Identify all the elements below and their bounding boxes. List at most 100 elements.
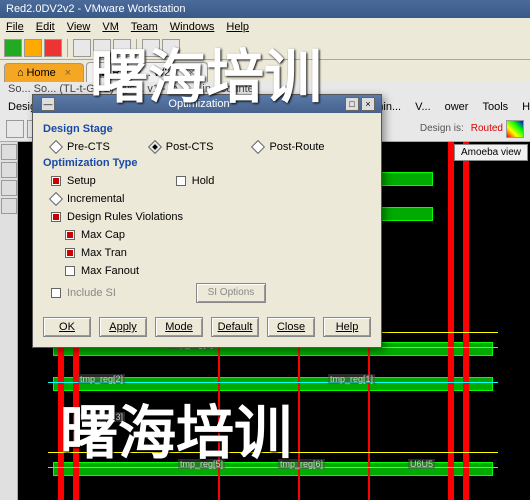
checkbox-icon <box>65 248 75 258</box>
design-status-value: Routed <box>471 123 503 134</box>
dialog-titlebar[interactable]: — Optimization □ × <box>33 95 381 113</box>
vm-icon: ▣ <box>99 67 109 79</box>
default-button[interactable]: Default <box>211 317 259 337</box>
menu-edit[interactable]: Edit <box>36 21 55 33</box>
menu-vm[interactable]: VM <box>102 21 119 33</box>
revert-icon[interactable] <box>93 39 111 57</box>
close-icon[interactable]: × <box>188 67 194 79</box>
palette-icon[interactable] <box>506 120 524 138</box>
check-drv[interactable]: Design Rules Violations <box>51 211 371 223</box>
apply-button[interactable]: Apply <box>99 317 147 337</box>
manage-icon[interactable] <box>113 39 131 57</box>
radio-pre-cts[interactable]: Pre-CTS <box>51 141 110 153</box>
vmware-tabbar: ⌂ Home × ▣ R...42... W2... × <box>0 60 530 82</box>
check-maxtran[interactable]: Max Tran <box>65 247 371 259</box>
cell-label: U6U5 <box>408 459 435 469</box>
optimization-dialog: — Optimization □ × Design Stage Pre-CTS … <box>32 94 382 348</box>
app-menu-tools[interactable]: Tools <box>482 101 508 113</box>
design-stage-label: Design Stage <box>43 123 371 135</box>
radio-incremental[interactable]: Incremental <box>51 193 371 205</box>
check-maxfanout[interactable]: Max Fanout <box>65 265 371 277</box>
rect-tool-icon[interactable] <box>1 198 17 214</box>
tab-vm[interactable]: ▣ R...42... W2... × <box>86 62 208 82</box>
diamond-icon <box>148 140 162 154</box>
check-setup[interactable]: Setup <box>51 175 96 187</box>
power-on-icon[interactable] <box>4 39 22 57</box>
dialog-menu-icon[interactable]: — <box>41 97 55 111</box>
app-menu-help[interactable]: Help <box>522 101 530 113</box>
route <box>48 452 498 453</box>
fullscreen-icon[interactable] <box>142 39 160 57</box>
design-status-label: Design is: <box>420 123 464 134</box>
stage-radio-group: Pre-CTS Post-CTS Post-Route <box>51 141 371 153</box>
cell-label: tmp_reg[3] <box>78 412 125 422</box>
unity-icon[interactable] <box>162 39 180 57</box>
menu-file[interactable]: File <box>6 21 24 33</box>
vmware-titlebar: Red2.0DV2v2 - VMware Workstation <box>0 0 530 18</box>
check-label: Include SI <box>67 287 116 299</box>
app-menu-v[interactable]: V... <box>415 101 431 113</box>
checkbox-icon <box>51 288 61 298</box>
mode-button[interactable]: Mode <box>155 317 203 337</box>
vmware-toolbar <box>0 36 530 60</box>
diamond-icon <box>251 140 265 154</box>
power-off-icon[interactable] <box>44 39 62 57</box>
separator <box>67 39 68 57</box>
checkbox-icon <box>65 230 75 240</box>
close-button[interactable]: Close <box>267 317 315 337</box>
optimization-type-label: Optimization Type <box>43 157 371 169</box>
radio-label: Pre-CTS <box>67 141 110 153</box>
checkbox-icon <box>51 212 61 222</box>
diamond-icon <box>49 192 63 206</box>
tab-vm-label: R...42... W2... <box>112 67 179 79</box>
check-label: Max Tran <box>81 247 127 259</box>
cell-label: tmp_reg[1] <box>328 374 375 384</box>
close-icon[interactable]: × <box>65 67 71 79</box>
menu-view[interactable]: View <box>67 21 91 33</box>
check-hold[interactable]: Hold <box>176 175 215 187</box>
radio-post-route[interactable]: Post-Route <box>253 141 324 153</box>
si-options-button: SI Options <box>196 283 266 303</box>
snapshot-icon[interactable] <box>73 39 91 57</box>
left-toolbar <box>0 142 18 500</box>
open-icon[interactable] <box>6 120 24 138</box>
radio-label: Post-Route <box>269 141 324 153</box>
checkbox-icon <box>176 176 186 186</box>
check-label: Design Rules Violations <box>67 211 183 223</box>
ok-button[interactable]: OK <box>43 317 91 337</box>
close-icon[interactable]: × <box>361 97 375 111</box>
tab-home-label: Home <box>26 67 55 79</box>
check-include-si: Include SI <box>51 283 116 303</box>
checkbox-icon <box>51 176 61 186</box>
check-label: Max Fanout <box>81 265 139 277</box>
check-label: Max Cap <box>81 229 125 241</box>
checkbox-icon <box>65 266 75 276</box>
home-icon: ⌂ <box>17 67 24 79</box>
check-label: Hold <box>192 175 215 187</box>
check-maxcap[interactable]: Max Cap <box>65 229 371 241</box>
pause-icon[interactable] <box>24 39 42 57</box>
vmware-menubar: File Edit View VM Team Windows Help <box>0 18 530 36</box>
menu-team[interactable]: Team <box>131 21 158 33</box>
cell-label: tmp_reg[5] <box>178 459 225 469</box>
radio-label: Incremental <box>67 193 124 205</box>
optimization-options: Setup Hold Incremental Design Rules Viol… <box>51 175 371 303</box>
menu-windows[interactable]: Windows <box>170 21 215 33</box>
amoeba-view-button[interactable]: Amoeba view <box>454 144 528 161</box>
help-button[interactable]: Help <box>323 317 371 337</box>
check-label: Setup <box>67 175 96 187</box>
menu-help[interactable]: Help <box>226 21 249 33</box>
cell-label: tmp_reg[6] <box>278 459 325 469</box>
move-tool-icon[interactable] <box>1 162 17 178</box>
tab-home[interactable]: ⌂ Home × <box>4 63 84 82</box>
cell-label: tmp_reg[2] <box>78 374 125 384</box>
dialog-title: Optimization <box>55 98 343 110</box>
metal-track <box>463 142 469 500</box>
maximize-icon[interactable]: □ <box>345 97 359 111</box>
select-tool-icon[interactable] <box>1 144 17 160</box>
dialog-button-row: OK Apply Mode Default Close Help <box>43 317 371 337</box>
radio-post-cts[interactable]: Post-CTS <box>150 141 214 153</box>
wire-tool-icon[interactable] <box>1 180 17 196</box>
diamond-icon <box>49 140 63 154</box>
app-menu-power[interactable]: ower <box>445 101 469 113</box>
